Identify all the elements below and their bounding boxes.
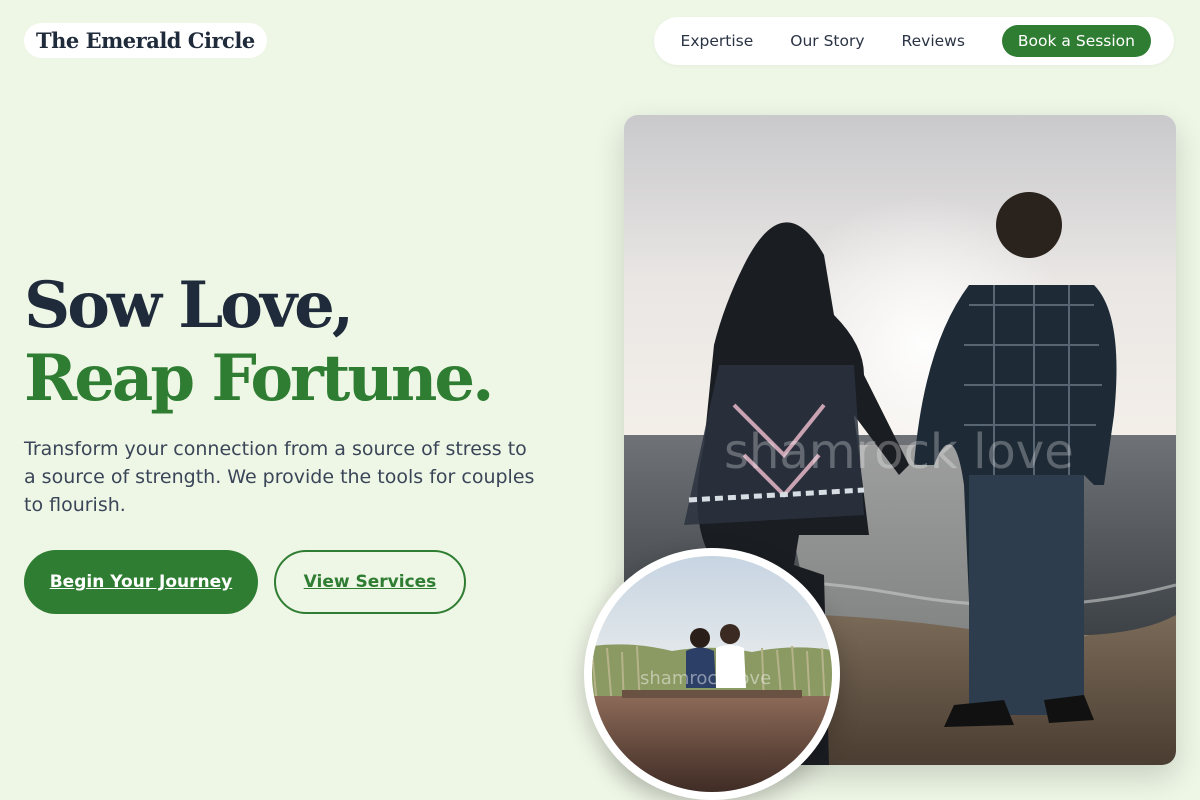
inset-photo-watermark: shamrock love	[640, 668, 771, 689]
inset-photo: shamrock love	[584, 548, 840, 800]
photo-watermark: shamrock love	[724, 424, 1074, 480]
view-services-button[interactable]: View Services	[274, 550, 466, 614]
headline-line-1: Sow Love,	[24, 268, 354, 343]
headline-line-2: Reap Fortune.	[24, 341, 494, 416]
top-navigation: Expertise Our Story Reviews Book a Sessi…	[654, 17, 1174, 65]
couple-dock-photo-icon: shamrock love	[592, 556, 832, 792]
hero-description: Transform your connection from a source …	[24, 438, 535, 516]
brand-logo[interactable]: The Emerald Circle	[24, 23, 267, 58]
nav-link-expertise[interactable]: Expertise	[681, 32, 754, 50]
nav-link-reviews[interactable]: Reviews	[902, 32, 965, 50]
book-session-button[interactable]: Book a Session	[1001, 25, 1151, 57]
begin-journey-button[interactable]: Begin Your Journey	[24, 550, 258, 614]
nav-link-our-story[interactable]: Our Story	[790, 32, 864, 50]
